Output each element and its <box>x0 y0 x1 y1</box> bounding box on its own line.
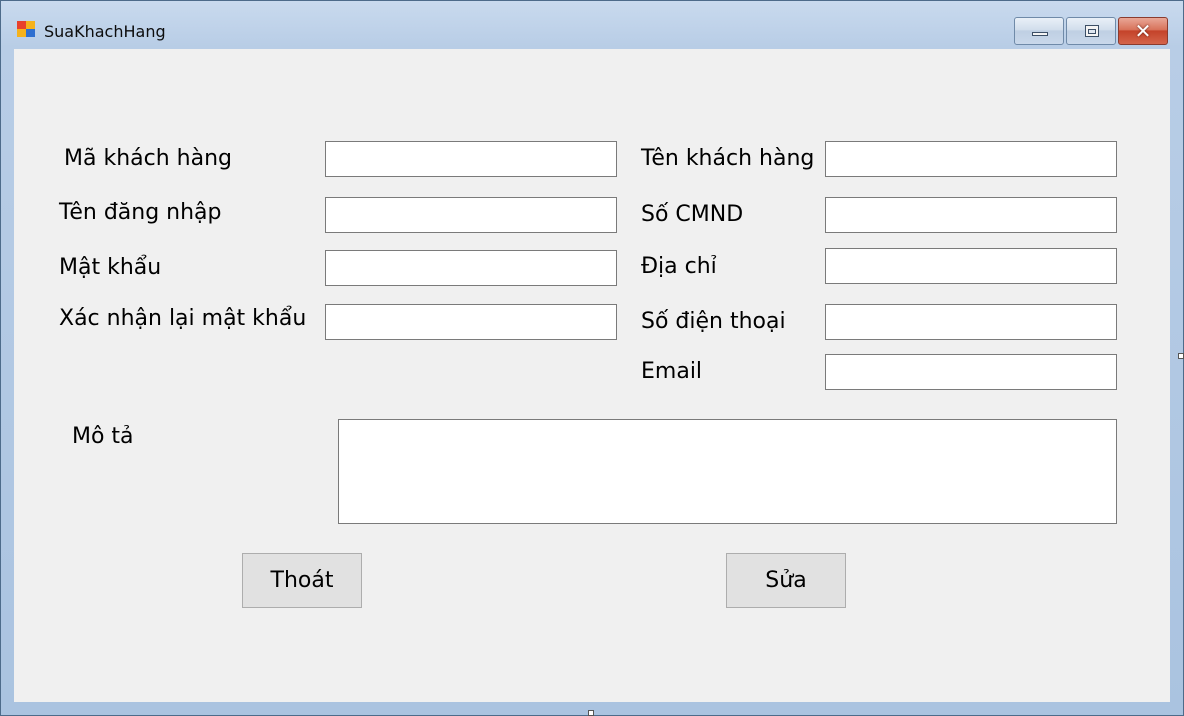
email-input[interactable] <box>825 354 1117 390</box>
label-ten-khach-hang: Tên khách hàng <box>641 146 815 171</box>
so-dien-thoai-input[interactable] <box>825 304 1117 340</box>
maximize-icon <box>1085 25 1099 37</box>
minimize-icon <box>1032 32 1048 36</box>
form-client-area: Mã khách hàng Tên đăng nhập Mật khẩu Xác… <box>14 49 1170 702</box>
title-bar[interactable]: SuaKhachHang ✕ <box>1 1 1183 49</box>
thoat-button[interactable]: Thoát <box>242 553 362 608</box>
ten-dang-nhap-input[interactable] <box>325 197 617 233</box>
sua-button-label: Sửa <box>765 568 807 593</box>
minimize-button[interactable] <box>1014 17 1064 45</box>
app-icon-yellow-square <box>26 21 35 29</box>
label-mat-khau: Mật khẩu <box>59 255 162 280</box>
app-icon-blue-square <box>26 29 35 37</box>
ma-khach-hang-input[interactable] <box>325 141 617 177</box>
winforms-app-icon[interactable] <box>17 21 37 39</box>
ten-khach-hang-input[interactable] <box>825 141 1117 177</box>
sua-button[interactable]: Sửa <box>726 553 846 608</box>
label-ten-dang-nhap: Tên đăng nhập <box>59 200 222 225</box>
label-xac-nhan-mat-khau: Xác nhận lại mật khẩu <box>59 306 307 331</box>
resize-handle-right[interactable] <box>1178 353 1184 359</box>
close-button[interactable]: ✕ <box>1118 17 1168 45</box>
thoat-button-label: Thoát <box>270 568 334 593</box>
label-dia-chi: Địa chỉ <box>641 254 717 279</box>
label-ma-khach-hang: Mã khách hàng <box>64 146 232 171</box>
dia-chi-input[interactable] <box>825 248 1117 284</box>
mat-khau-input[interactable] <box>325 250 617 286</box>
so-cmnd-input[interactable] <box>825 197 1117 233</box>
window-title: SuaKhachHang <box>44 22 166 41</box>
maximize-button[interactable] <box>1066 17 1116 45</box>
label-so-dien-thoai: Số điện thoại <box>641 309 786 334</box>
close-icon: ✕ <box>1134 19 1152 43</box>
app-icon-red-square <box>17 21 26 29</box>
label-mo-ta: Mô tả <box>72 424 134 449</box>
xac-nhan-mat-khau-input[interactable] <box>325 304 617 340</box>
label-so-cmnd: Số CMND <box>641 202 744 227</box>
mo-ta-textarea[interactable] <box>338 419 1117 524</box>
resize-handle-bottom[interactable] <box>588 710 594 716</box>
app-icon-yellow-square <box>17 29 26 37</box>
label-email: Email <box>641 359 703 384</box>
app-window: SuaKhachHang ✕ Mã khách hàng Tên đăng nh… <box>0 0 1184 716</box>
